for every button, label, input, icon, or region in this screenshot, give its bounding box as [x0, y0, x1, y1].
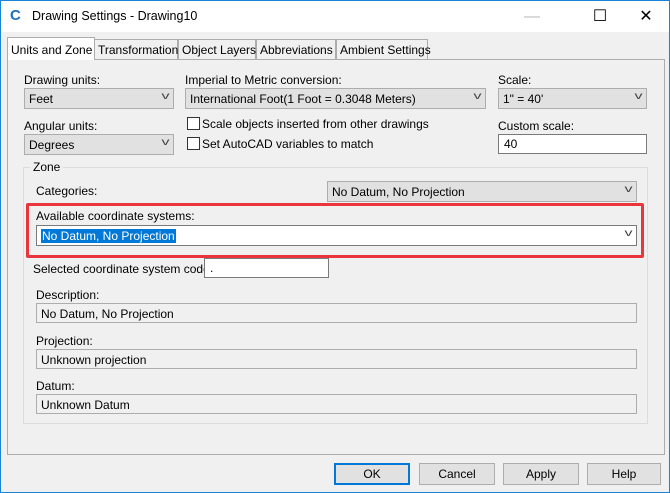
description-field: No Datum, No Projection — [36, 303, 637, 323]
set-autocad-vars-label[interactable]: Set AutoCAD variables to match — [202, 137, 373, 151]
description-label: Description: — [36, 288, 100, 302]
drawing-units-value: Feet — [29, 92, 54, 106]
conversion-value: International Foot(1 Foot = 0.3048 Meter… — [190, 92, 416, 106]
chevron-down-icon: v — [624, 184, 633, 195]
angular-units-select[interactable]: Degrees v — [24, 134, 174, 155]
scale-label: Scale: — [498, 73, 532, 87]
scale-objects-label[interactable]: Scale objects inserted from other drawin… — [202, 117, 429, 131]
drawing-units-select[interactable]: Feet v — [24, 88, 174, 109]
chevron-down-icon: v — [473, 91, 482, 102]
tab-ambient-settings[interactable]: Ambient Settings — [336, 39, 431, 60]
drawing-settings-dialog: C Drawing Settings - Drawing10 — ☐ ✕ Uni… — [0, 0, 670, 493]
set-autocad-vars-checkbox[interactable] — [187, 137, 200, 150]
coordinate-code-input[interactable]: . — [204, 258, 329, 278]
cancel-button[interactable]: Cancel — [419, 463, 495, 485]
angular-units-label: Angular units: — [24, 119, 98, 133]
custom-scale-label: Custom scale: — [498, 119, 575, 133]
angular-units-value: Degrees — [29, 138, 75, 152]
zone-group-title: Zone — [30, 160, 64, 174]
ok-button[interactable]: OK — [334, 463, 410, 485]
tab-units-and-zone[interactable]: Units and Zone — [7, 37, 95, 60]
scale-select[interactable]: 1" = 40' v — [498, 88, 647, 109]
coordinate-code-label: Selected coordinate system code: — [33, 262, 214, 276]
projection-label: Projection: — [36, 334, 93, 348]
scale-objects-checkbox[interactable] — [187, 117, 200, 130]
datum-field: Unknown Datum — [36, 394, 637, 414]
available-systems-label: Available coordinate systems: — [36, 209, 195, 223]
chevron-down-icon: v — [161, 137, 170, 148]
chevron-down-icon: v — [634, 91, 643, 102]
maximize-button[interactable]: ☐ — [577, 1, 623, 32]
chevron-down-icon: v — [161, 91, 170, 102]
datum-label: Datum: — [36, 379, 75, 393]
tab-object-layers[interactable]: Object Layers — [178, 39, 256, 60]
close-button[interactable]: ✕ — [623, 1, 669, 32]
available-systems-value: No Datum, No Projection — [41, 229, 176, 243]
custom-scale-input[interactable]: 40 — [498, 134, 647, 154]
help-button[interactable]: Help — [587, 463, 661, 485]
projection-field: Unknown projection — [36, 349, 637, 369]
conversion-label: Imperial to Metric conversion: — [185, 73, 342, 87]
scale-value: 1" = 40' — [503, 92, 544, 106]
tab-transformation[interactable]: Transformation — [94, 39, 178, 60]
conversion-select[interactable]: International Foot(1 Foot = 0.3048 Meter… — [185, 88, 486, 109]
title-bar: C Drawing Settings - Drawing10 — ☐ ✕ — [1, 1, 669, 32]
categories-label: Categories: — [36, 184, 98, 198]
window-title: Drawing Settings - Drawing10 — [32, 9, 198, 23]
tab-abbreviations[interactable]: Abbreviations — [256, 39, 336, 60]
available-systems-select[interactable]: No Datum, No Projection v — [36, 225, 637, 246]
apply-button[interactable]: Apply — [503, 463, 579, 485]
app-logo-icon: C — [10, 7, 21, 24]
chevron-down-icon: v — [624, 228, 633, 239]
categories-select[interactable]: No Datum, No Projection v — [327, 181, 637, 202]
minimize-button[interactable]: — — [509, 1, 555, 32]
categories-value: No Datum, No Projection — [332, 185, 465, 199]
drawing-units-label: Drawing units: — [24, 73, 101, 87]
